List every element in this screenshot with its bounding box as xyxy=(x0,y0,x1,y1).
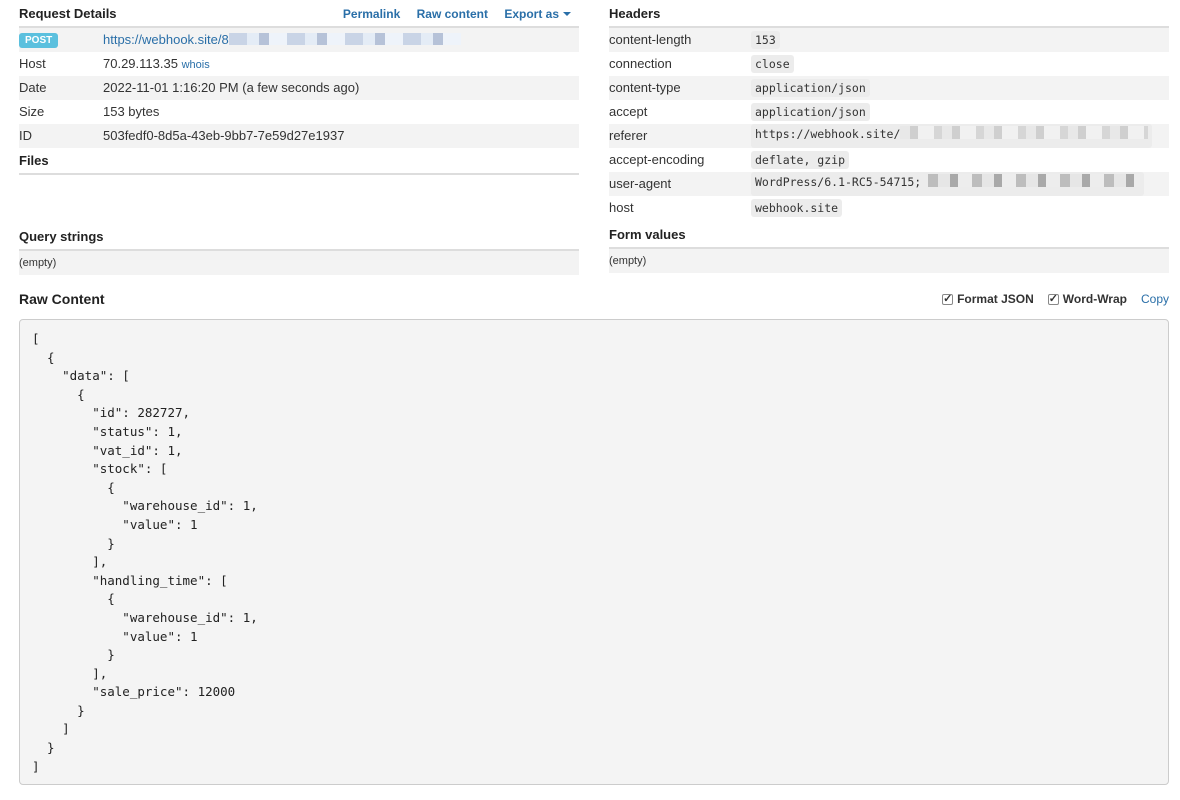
header-name: user-agent xyxy=(609,176,672,191)
host-value: 70.29.113.35 xyxy=(103,56,178,71)
raw-content-title: Raw Content xyxy=(19,291,105,307)
raw-content-body[interactable]: [ { "data": [ { "id": 282727, "status": … xyxy=(19,319,1169,785)
header-value: application/json xyxy=(751,79,870,97)
request-info-table: POST https://webhook.site/8 Host 70.29.1… xyxy=(19,28,579,148)
header-value: close xyxy=(751,55,794,73)
header-name: accept-encoding xyxy=(609,152,705,167)
format-json-checkbox[interactable] xyxy=(942,292,954,305)
header-row: content-length 153 xyxy=(609,28,1169,52)
header-value: application/json xyxy=(751,103,870,121)
header-value-wrap: https://webhook.site/ xyxy=(751,124,1153,148)
header-name: connection xyxy=(609,56,672,71)
request-details-panel: Request Details Permalink Raw content Ex… xyxy=(19,0,579,275)
redacted-referer-blur xyxy=(900,126,1149,139)
request-details-header: Request Details Permalink Raw content Ex… xyxy=(19,0,579,28)
headers-header: Headers xyxy=(609,0,1169,28)
raw-content-options: Format JSON Word-Wrap Copy xyxy=(928,292,1169,306)
form-values-header: Form values xyxy=(609,221,1169,249)
id-label: ID xyxy=(19,128,32,143)
headers-title: Headers xyxy=(609,6,661,21)
form-values-title: Form values xyxy=(609,227,686,242)
header-name: accept xyxy=(609,104,648,119)
header-value-wrap: WordPress/6.1-RC5-54715; xyxy=(751,172,1145,196)
copy-button[interactable]: Copy xyxy=(1141,292,1169,306)
whois-link[interactable]: whois xyxy=(182,59,210,71)
date-value: 2022-11-01 1:16:20 PM (a few seconds ago… xyxy=(103,80,360,95)
word-wrap-checkbox[interactable] xyxy=(1047,292,1059,305)
word-wrap-toggle[interactable]: Word-Wrap xyxy=(1047,292,1127,306)
header-row: host webhook.site xyxy=(609,196,1169,220)
files-area xyxy=(19,175,579,223)
raw-content-link[interactable]: Raw content xyxy=(417,7,488,21)
files-header: Files xyxy=(19,147,579,175)
header-row: user-agent WordPress/6.1-RC5-54715; xyxy=(609,172,1169,196)
permalink-link[interactable]: Permalink xyxy=(343,7,400,21)
header-value: WordPress/6.1-RC5-54715; xyxy=(755,175,922,189)
date-label: Date xyxy=(19,80,47,95)
request-details-title: Request Details xyxy=(19,6,117,21)
headers-table: content-length 153 connection close cont… xyxy=(609,28,1169,220)
header-name: content-length xyxy=(609,32,692,47)
date-row: Date 2022-11-01 1:16:20 PM (a few second… xyxy=(19,76,579,100)
id-row: ID 503fedf0-8d5a-43eb-9bb7-7e59d27e1937 xyxy=(19,124,579,148)
host-row: Host 70.29.113.35 whois xyxy=(19,52,579,76)
header-row: accept application/json xyxy=(609,100,1169,124)
header-row: accept-encoding deflate, gzip xyxy=(609,148,1169,172)
query-strings-empty: (empty) xyxy=(19,251,579,275)
header-name: content-type xyxy=(609,80,681,95)
request-url-text: https://webhook.site/8 xyxy=(103,32,229,47)
header-name: referer xyxy=(609,128,648,143)
caret-down-icon xyxy=(563,12,571,16)
format-json-toggle[interactable]: Format JSON xyxy=(942,292,1034,306)
request-actions: Permalink Raw content Export as xyxy=(330,7,571,21)
header-value: https://webhook.site/ xyxy=(755,127,901,141)
size-value: 153 bytes xyxy=(103,104,160,119)
size-label: Size xyxy=(19,104,45,119)
form-values-empty: (empty) xyxy=(609,249,1169,273)
word-wrap-label: Word-Wrap xyxy=(1062,292,1127,306)
header-value: deflate, gzip xyxy=(751,151,850,169)
header-row: referer https://webhook.site/ xyxy=(609,124,1169,148)
method-badge: POST xyxy=(19,33,59,48)
raw-content-header: Raw Content Format JSON Word-Wrap Copy xyxy=(19,282,1169,316)
export-as-dropdown[interactable]: Export as xyxy=(504,7,571,21)
files-title: Files xyxy=(19,153,49,168)
format-json-label: Format JSON xyxy=(957,292,1034,306)
header-name: host xyxy=(609,200,634,215)
header-row: content-type application/json xyxy=(609,76,1169,100)
header-value: webhook.site xyxy=(751,199,843,217)
id-value: 503fedf0-8d5a-43eb-9bb7-7e59d27e1937 xyxy=(103,128,345,143)
host-label: Host xyxy=(19,56,46,71)
size-row: Size 153 bytes xyxy=(19,100,579,124)
request-url-link[interactable]: https://webhook.site/8 xyxy=(103,32,461,47)
redacted-user-agent-blur xyxy=(928,174,1141,187)
redacted-url-blur xyxy=(228,33,461,45)
request-url-row: POST https://webhook.site/8 xyxy=(19,28,579,52)
query-strings-header: Query strings xyxy=(19,223,579,251)
header-value: 153 xyxy=(751,31,780,49)
export-as-label: Export as xyxy=(504,7,559,21)
header-row: connection close xyxy=(609,52,1169,76)
headers-panel: Headers content-length 153 connection cl… xyxy=(609,0,1169,273)
query-strings-title: Query strings xyxy=(19,229,104,244)
